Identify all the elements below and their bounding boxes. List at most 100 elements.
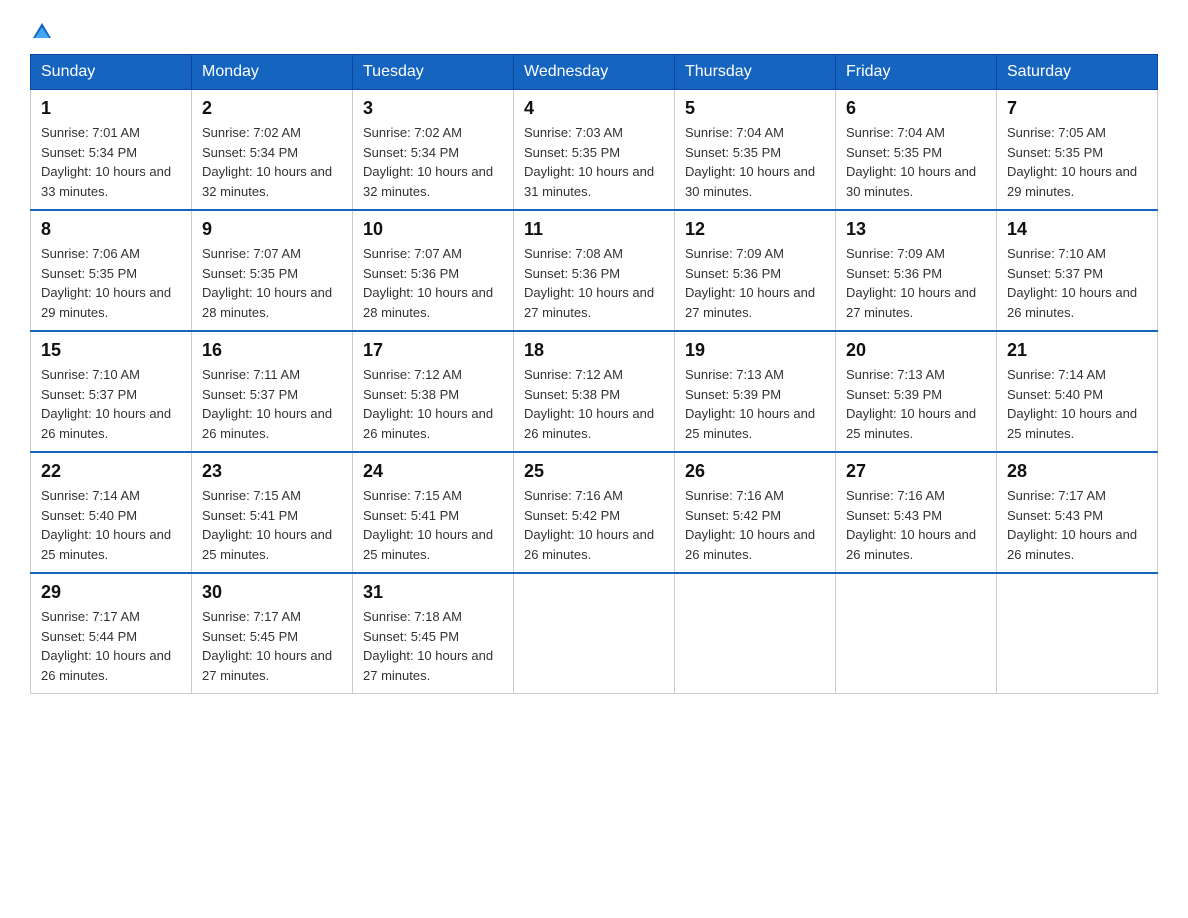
page-header bbox=[30, 20, 1158, 44]
week-row-3: 15 Sunrise: 7:10 AM Sunset: 5:37 PM Dayl… bbox=[31, 331, 1158, 452]
day-info: Sunrise: 7:16 AM Sunset: 5:43 PM Dayligh… bbox=[846, 486, 986, 564]
day-number: 26 bbox=[685, 461, 825, 482]
day-info: Sunrise: 7:16 AM Sunset: 5:42 PM Dayligh… bbox=[524, 486, 664, 564]
calendar-cell: 9 Sunrise: 7:07 AM Sunset: 5:35 PM Dayli… bbox=[192, 210, 353, 331]
calendar-cell: 26 Sunrise: 7:16 AM Sunset: 5:42 PM Dayl… bbox=[675, 452, 836, 573]
day-info: Sunrise: 7:05 AM Sunset: 5:35 PM Dayligh… bbox=[1007, 123, 1147, 201]
day-number: 24 bbox=[363, 461, 503, 482]
day-info: Sunrise: 7:17 AM Sunset: 5:43 PM Dayligh… bbox=[1007, 486, 1147, 564]
calendar-cell: 8 Sunrise: 7:06 AM Sunset: 5:35 PM Dayli… bbox=[31, 210, 192, 331]
logo-icon bbox=[30, 20, 54, 44]
day-number: 3 bbox=[363, 98, 503, 119]
week-row-4: 22 Sunrise: 7:14 AM Sunset: 5:40 PM Dayl… bbox=[31, 452, 1158, 573]
weekday-header-sunday: Sunday bbox=[31, 55, 192, 90]
calendar-table: SundayMondayTuesdayWednesdayThursdayFrid… bbox=[30, 54, 1158, 694]
weekday-header-saturday: Saturday bbox=[997, 55, 1158, 90]
day-info: Sunrise: 7:13 AM Sunset: 5:39 PM Dayligh… bbox=[685, 365, 825, 443]
weekday-header-thursday: Thursday bbox=[675, 55, 836, 90]
day-number: 10 bbox=[363, 219, 503, 240]
day-number: 12 bbox=[685, 219, 825, 240]
calendar-cell: 3 Sunrise: 7:02 AM Sunset: 5:34 PM Dayli… bbox=[353, 90, 514, 211]
day-number: 2 bbox=[202, 98, 342, 119]
calendar-cell: 14 Sunrise: 7:10 AM Sunset: 5:37 PM Dayl… bbox=[997, 210, 1158, 331]
day-info: Sunrise: 7:07 AM Sunset: 5:35 PM Dayligh… bbox=[202, 244, 342, 322]
calendar-cell: 10 Sunrise: 7:07 AM Sunset: 5:36 PM Dayl… bbox=[353, 210, 514, 331]
day-number: 14 bbox=[1007, 219, 1147, 240]
day-number: 8 bbox=[41, 219, 181, 240]
day-info: Sunrise: 7:08 AM Sunset: 5:36 PM Dayligh… bbox=[524, 244, 664, 322]
calendar-cell: 29 Sunrise: 7:17 AM Sunset: 5:44 PM Dayl… bbox=[31, 573, 192, 694]
day-number: 16 bbox=[202, 340, 342, 361]
calendar-cell bbox=[836, 573, 997, 694]
weekday-header-monday: Monday bbox=[192, 55, 353, 90]
calendar-cell: 28 Sunrise: 7:17 AM Sunset: 5:43 PM Dayl… bbox=[997, 452, 1158, 573]
week-row-5: 29 Sunrise: 7:17 AM Sunset: 5:44 PM Dayl… bbox=[31, 573, 1158, 694]
day-info: Sunrise: 7:04 AM Sunset: 5:35 PM Dayligh… bbox=[846, 123, 986, 201]
day-info: Sunrise: 7:03 AM Sunset: 5:35 PM Dayligh… bbox=[524, 123, 664, 201]
day-number: 28 bbox=[1007, 461, 1147, 482]
day-number: 5 bbox=[685, 98, 825, 119]
day-info: Sunrise: 7:18 AM Sunset: 5:45 PM Dayligh… bbox=[363, 607, 503, 685]
calendar-cell: 31 Sunrise: 7:18 AM Sunset: 5:45 PM Dayl… bbox=[353, 573, 514, 694]
calendar-cell: 21 Sunrise: 7:14 AM Sunset: 5:40 PM Dayl… bbox=[997, 331, 1158, 452]
day-number: 23 bbox=[202, 461, 342, 482]
calendar-cell: 19 Sunrise: 7:13 AM Sunset: 5:39 PM Dayl… bbox=[675, 331, 836, 452]
day-number: 9 bbox=[202, 219, 342, 240]
calendar-cell: 27 Sunrise: 7:16 AM Sunset: 5:43 PM Dayl… bbox=[836, 452, 997, 573]
calendar-cell bbox=[675, 573, 836, 694]
day-number: 13 bbox=[846, 219, 986, 240]
weekday-header-wednesday: Wednesday bbox=[514, 55, 675, 90]
calendar-cell: 11 Sunrise: 7:08 AM Sunset: 5:36 PM Dayl… bbox=[514, 210, 675, 331]
calendar-cell: 2 Sunrise: 7:02 AM Sunset: 5:34 PM Dayli… bbox=[192, 90, 353, 211]
calendar-cell bbox=[514, 573, 675, 694]
day-number: 18 bbox=[524, 340, 664, 361]
calendar-cell: 17 Sunrise: 7:12 AM Sunset: 5:38 PM Dayl… bbox=[353, 331, 514, 452]
day-number: 1 bbox=[41, 98, 181, 119]
day-number: 29 bbox=[41, 582, 181, 603]
weekday-header-tuesday: Tuesday bbox=[353, 55, 514, 90]
weekday-header-row: SundayMondayTuesdayWednesdayThursdayFrid… bbox=[31, 55, 1158, 90]
day-number: 17 bbox=[363, 340, 503, 361]
calendar-cell: 7 Sunrise: 7:05 AM Sunset: 5:35 PM Dayli… bbox=[997, 90, 1158, 211]
calendar-cell: 12 Sunrise: 7:09 AM Sunset: 5:36 PM Dayl… bbox=[675, 210, 836, 331]
day-number: 19 bbox=[685, 340, 825, 361]
day-info: Sunrise: 7:12 AM Sunset: 5:38 PM Dayligh… bbox=[524, 365, 664, 443]
calendar-cell: 1 Sunrise: 7:01 AM Sunset: 5:34 PM Dayli… bbox=[31, 90, 192, 211]
day-number: 21 bbox=[1007, 340, 1147, 361]
day-info: Sunrise: 7:17 AM Sunset: 5:44 PM Dayligh… bbox=[41, 607, 181, 685]
calendar-cell: 13 Sunrise: 7:09 AM Sunset: 5:36 PM Dayl… bbox=[836, 210, 997, 331]
day-info: Sunrise: 7:06 AM Sunset: 5:35 PM Dayligh… bbox=[41, 244, 181, 322]
day-info: Sunrise: 7:12 AM Sunset: 5:38 PM Dayligh… bbox=[363, 365, 503, 443]
calendar-cell: 22 Sunrise: 7:14 AM Sunset: 5:40 PM Dayl… bbox=[31, 452, 192, 573]
day-info: Sunrise: 7:07 AM Sunset: 5:36 PM Dayligh… bbox=[363, 244, 503, 322]
calendar-cell: 23 Sunrise: 7:15 AM Sunset: 5:41 PM Dayl… bbox=[192, 452, 353, 573]
calendar-cell: 4 Sunrise: 7:03 AM Sunset: 5:35 PM Dayli… bbox=[514, 90, 675, 211]
day-number: 22 bbox=[41, 461, 181, 482]
day-info: Sunrise: 7:14 AM Sunset: 5:40 PM Dayligh… bbox=[1007, 365, 1147, 443]
weekday-header-friday: Friday bbox=[836, 55, 997, 90]
day-info: Sunrise: 7:10 AM Sunset: 5:37 PM Dayligh… bbox=[41, 365, 181, 443]
day-info: Sunrise: 7:14 AM Sunset: 5:40 PM Dayligh… bbox=[41, 486, 181, 564]
day-info: Sunrise: 7:15 AM Sunset: 5:41 PM Dayligh… bbox=[363, 486, 503, 564]
calendar-cell: 6 Sunrise: 7:04 AM Sunset: 5:35 PM Dayli… bbox=[836, 90, 997, 211]
day-info: Sunrise: 7:04 AM Sunset: 5:35 PM Dayligh… bbox=[685, 123, 825, 201]
day-number: 4 bbox=[524, 98, 664, 119]
week-row-2: 8 Sunrise: 7:06 AM Sunset: 5:35 PM Dayli… bbox=[31, 210, 1158, 331]
day-number: 11 bbox=[524, 219, 664, 240]
calendar-cell: 20 Sunrise: 7:13 AM Sunset: 5:39 PM Dayl… bbox=[836, 331, 997, 452]
calendar-cell: 24 Sunrise: 7:15 AM Sunset: 5:41 PM Dayl… bbox=[353, 452, 514, 573]
day-number: 25 bbox=[524, 461, 664, 482]
day-number: 31 bbox=[363, 582, 503, 603]
calendar-cell: 18 Sunrise: 7:12 AM Sunset: 5:38 PM Dayl… bbox=[514, 331, 675, 452]
calendar-cell bbox=[997, 573, 1158, 694]
day-number: 27 bbox=[846, 461, 986, 482]
day-number: 30 bbox=[202, 582, 342, 603]
day-number: 6 bbox=[846, 98, 986, 119]
day-number: 15 bbox=[41, 340, 181, 361]
day-info: Sunrise: 7:17 AM Sunset: 5:45 PM Dayligh… bbox=[202, 607, 342, 685]
logo bbox=[30, 20, 58, 44]
day-info: Sunrise: 7:09 AM Sunset: 5:36 PM Dayligh… bbox=[846, 244, 986, 322]
day-info: Sunrise: 7:15 AM Sunset: 5:41 PM Dayligh… bbox=[202, 486, 342, 564]
day-number: 20 bbox=[846, 340, 986, 361]
calendar-cell: 15 Sunrise: 7:10 AM Sunset: 5:37 PM Dayl… bbox=[31, 331, 192, 452]
